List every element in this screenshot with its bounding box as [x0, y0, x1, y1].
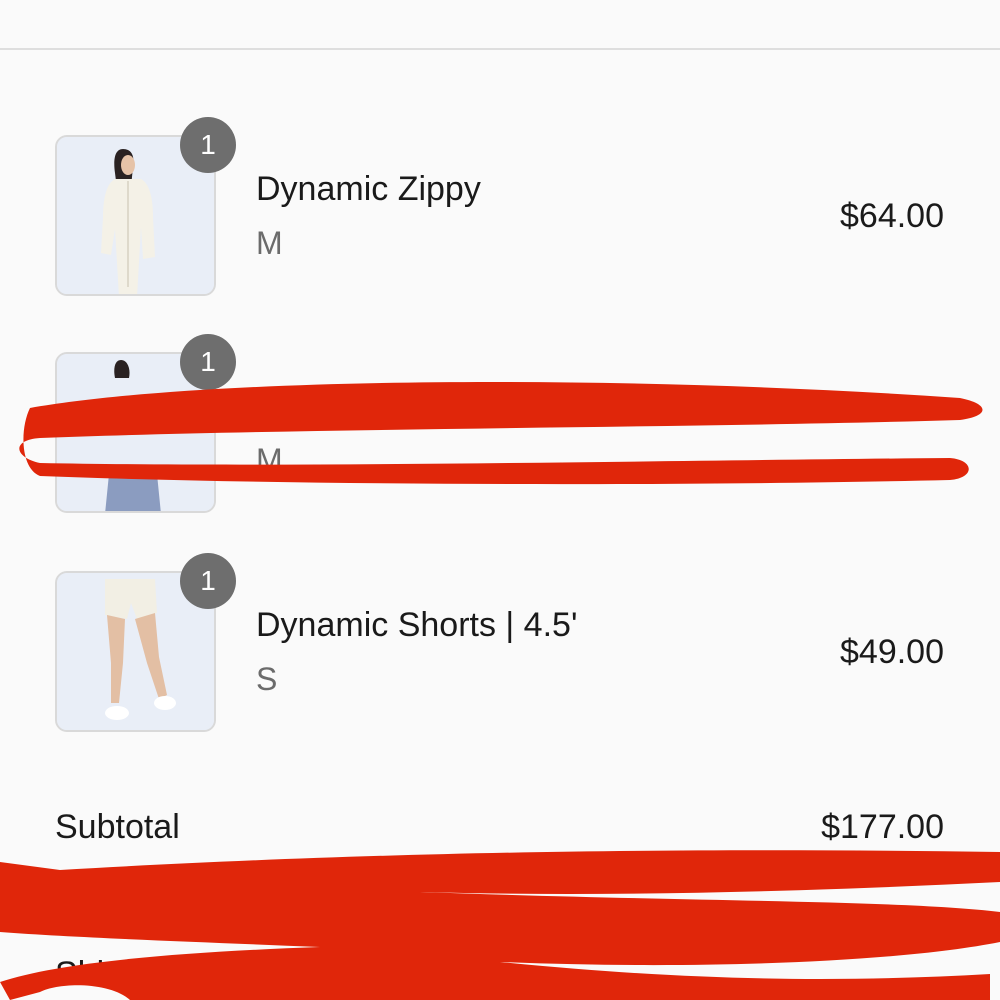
header-divider [0, 48, 1000, 50]
product-variant: M [256, 442, 283, 478]
product-price: $49.00 [840, 633, 944, 671]
shipping-label: Shi [55, 955, 105, 993]
product-price: $64.00 [840, 197, 944, 235]
cart-item[interactable]: 1 Dynamic Shorts | 4.5' S $49.00 [0, 553, 1000, 736]
product-name: Dynamic Shorts | 4.5' [256, 606, 578, 644]
product-thumbnail-wrapper: 1 [55, 117, 236, 298]
product-variant: M [256, 225, 283, 261]
subtotal-value: $177.00 [821, 808, 944, 846]
quantity-badge: 1 [180, 553, 236, 609]
subtotal-label: Subtotal [55, 808, 180, 846]
product-name: Dynamic Zippy [256, 170, 481, 208]
cart-item[interactable]: 1 Dynamic Zippy M $64.00 [0, 117, 1000, 300]
product-thumbnail-wrapper: 1 [55, 553, 236, 734]
product-variant: S [256, 661, 278, 697]
redaction-mark-lower [0, 850, 1000, 1000]
quantity-badge: 1 [180, 117, 236, 173]
quantity-badge: 1 [180, 334, 236, 390]
product-thumbnail-wrapper: 1 [55, 334, 236, 515]
cart-item[interactable]: 1 M [0, 334, 1000, 517]
